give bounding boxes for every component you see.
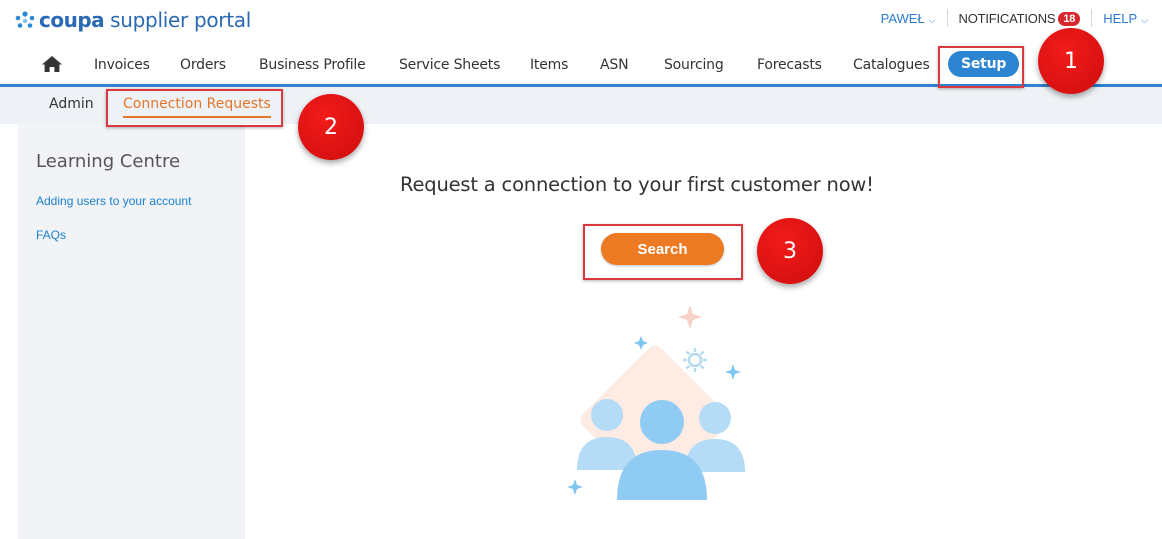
- user-menu[interactable]: PAWEŁ ⌵: [881, 11, 936, 26]
- brand-name: coupa: [39, 8, 105, 32]
- user-nav: PAWEŁ ⌵ NOTIFICATIONS 18 HELP ⌵: [881, 9, 1148, 27]
- help-label: HELP: [1103, 10, 1138, 26]
- chevron-down-icon: ⌵: [928, 14, 936, 25]
- brand-subtitle: supplier portal: [110, 8, 251, 32]
- user-name: PAWEŁ: [880, 10, 925, 26]
- nav-invoices[interactable]: Invoices: [94, 57, 150, 73]
- page-headline: Request a connection to your first custo…: [400, 173, 874, 196]
- sidebar-link-adding-users[interactable]: Adding users to your account: [36, 194, 191, 208]
- nav-catalogues[interactable]: Catalogues: [853, 57, 930, 73]
- subnav-admin[interactable]: Admin: [49, 96, 94, 112]
- help-menu[interactable]: HELP ⌵: [1103, 11, 1148, 26]
- coupa-logo-icon: [15, 11, 35, 28]
- home-icon[interactable]: [41, 55, 63, 78]
- nav-asn[interactable]: ASN: [600, 57, 629, 73]
- nav-service-sheets[interactable]: Service Sheets: [399, 57, 500, 73]
- notifications-label: NOTIFICATIONS: [958, 10, 1056, 26]
- divider: [1091, 9, 1093, 27]
- nav-sourcing[interactable]: Sourcing: [664, 57, 724, 73]
- learning-centre-sidebar: Learning Centre Adding users to your acc…: [18, 124, 245, 539]
- sidebar-link-faqs[interactable]: FAQs: [36, 228, 66, 242]
- annotation-box-setup: [938, 46, 1024, 88]
- connection-illustration: [555, 300, 755, 515]
- notifications-menu[interactable]: NOTIFICATIONS 18: [959, 11, 1081, 26]
- annotation-marker-3: 3: [757, 218, 823, 284]
- annotation-box-search: [583, 224, 743, 280]
- coupa-logo[interactable]: coupa supplier portal: [14, 6, 251, 34]
- annotation-marker-1: 1: [1038, 28, 1104, 94]
- notifications-badge: 18: [1058, 11, 1081, 26]
- chevron-down-icon: ⌵: [1141, 14, 1148, 25]
- divider: [946, 9, 948, 27]
- annotation-box-connection-requests: [106, 89, 283, 127]
- nav-items[interactable]: Items: [530, 57, 568, 73]
- nav-forecasts[interactable]: Forecasts: [757, 57, 822, 73]
- nav-business-profile[interactable]: Business Profile: [259, 57, 366, 73]
- sidebar-title: Learning Centre: [36, 151, 181, 172]
- nav-orders[interactable]: Orders: [180, 57, 226, 73]
- annotation-marker-2: 2: [298, 94, 364, 160]
